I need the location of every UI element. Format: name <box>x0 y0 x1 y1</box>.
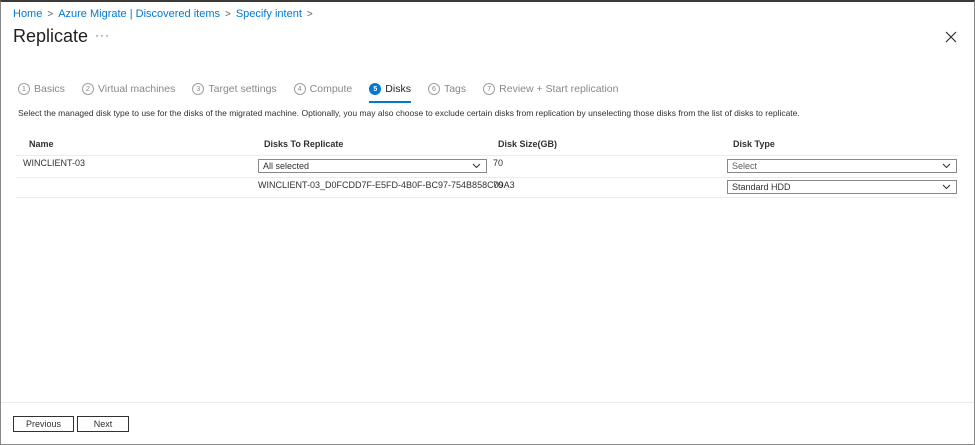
tab-target-settings[interactable]: 3 Target settings <box>192 81 277 97</box>
column-header-disk-type: Disk Type <box>733 139 775 149</box>
tab-disks[interactable]: 5 Disks <box>369 81 411 103</box>
breadcrumb-home[interactable]: Home <box>13 8 42 20</box>
breadcrumb-discovered-items[interactable]: Azure Migrate | Discovered items <box>58 8 220 20</box>
breadcrumb-specify-intent[interactable]: Specify intent <box>236 8 302 20</box>
tab-label: Target settings <box>208 83 277 95</box>
disk-size: 70 <box>493 180 504 190</box>
next-button[interactable]: Next <box>77 416 129 432</box>
column-header-disks-to-replicate: Disks To Replicate <box>264 139 344 149</box>
step-number: 7 <box>483 83 496 95</box>
step-number: 4 <box>293 83 306 95</box>
disk-name: WINCLIENT-03_D0FCDD7F-E5FD-4B0F-BC97-754… <box>258 180 515 190</box>
chevron-right-icon: > <box>306 8 313 20</box>
disk-type-dropdown[interactable]: Standard HDD <box>727 180 957 194</box>
footer-divider <box>1 402 974 403</box>
tab-label: Tags <box>443 83 467 95</box>
more-options-icon[interactable]: ··· <box>95 28 110 42</box>
disks-description: Select the managed disk type to use for … <box>18 108 800 118</box>
previous-button[interactable]: Previous <box>13 416 74 432</box>
tab-label: Compute <box>309 83 353 95</box>
breadcrumb: Home > Azure Migrate | Discovered items … <box>13 8 318 20</box>
disk-type-dropdown-all[interactable]: Select <box>727 159 957 173</box>
step-number: 1 <box>18 83 30 95</box>
dropdown-value: All selected <box>263 161 310 171</box>
tab-label: Basics <box>34 83 65 95</box>
vm-name: WINCLIENT-03 <box>23 158 86 168</box>
table-divider <box>16 155 958 156</box>
tab-basics[interactable]: 1 Basics <box>18 81 65 97</box>
tab-virtual-machines[interactable]: 2 Virtual machines <box>81 81 176 97</box>
table-divider <box>16 177 958 178</box>
tab-tags[interactable]: 6 Tags <box>427 81 467 97</box>
tab-label: Disks <box>385 83 411 95</box>
column-header-name: Name <box>29 139 54 149</box>
step-number: 2 <box>81 83 94 95</box>
tab-compute[interactable]: 4 Compute <box>293 81 353 97</box>
page-title: Replicate <box>13 26 89 46</box>
disk-size: 70 <box>493 158 504 168</box>
tab-review-start-replication[interactable]: 7 Review + Start replication <box>483 81 619 97</box>
window-frame <box>0 0 975 445</box>
step-number: 5 <box>369 83 382 95</box>
step-number: 3 <box>192 83 205 95</box>
table-divider <box>16 197 958 198</box>
column-header-disk-size: Disk Size(GB) <box>498 139 558 149</box>
chevron-right-icon: > <box>47 8 54 20</box>
chevron-down-icon <box>942 163 951 169</box>
dropdown-value: Select <box>732 161 758 171</box>
close-icon[interactable] <box>944 30 958 44</box>
step-number: 6 <box>427 83 440 95</box>
disks-to-replicate-dropdown[interactable]: All selected <box>258 159 487 173</box>
tab-label: Review + Start replication <box>499 83 619 95</box>
wizard-tabs: 1 Basics 2 Virtual machines 3 Target set… <box>18 81 636 103</box>
chevron-right-icon: > <box>225 8 231 20</box>
chevron-down-icon <box>472 163 481 169</box>
dropdown-value: Standard HDD <box>732 182 791 192</box>
chevron-down-icon <box>942 184 951 190</box>
tab-label: Virtual machines <box>97 83 176 95</box>
